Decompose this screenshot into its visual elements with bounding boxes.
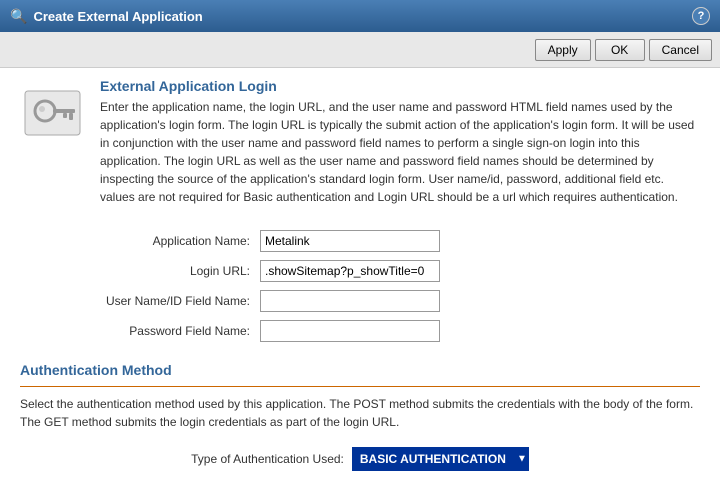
header-area: External Application Login Enter the app… [20,78,700,222]
label-username-field: User Name/ID Field Name: [100,294,260,308]
auth-type-label: Type of Authentication Used: [191,452,344,466]
external-login-desc: Enter the application name, the login UR… [100,98,700,206]
label-password-field: Password Field Name: [100,324,260,338]
label-app-name: Application Name: [100,234,260,248]
auth-select-wrapper: BASIC AUTHENTICATION POST GET ▼ [352,447,529,471]
auth-method-section: Authentication Method Select the authent… [20,362,700,471]
auth-type-row: Type of Authentication Used: BASIC AUTHE… [20,447,700,471]
toolbar: Apply OK Cancel [0,32,720,68]
input-app-name[interactable] [260,230,440,252]
auth-method-desc: Select the authentication method used by… [20,395,700,431]
login-form: Application Name: Login URL: User Name/I… [100,230,700,342]
key-icon [20,83,90,143]
help-button[interactable]: ? [692,7,710,25]
title-bar-icon: 🔍 [10,8,27,25]
form-row-app-name: Application Name: [100,230,700,252]
external-login-section: External Application Login Enter the app… [100,78,700,222]
label-login-url: Login URL: [100,264,260,278]
ok-button[interactable]: OK [595,39,645,61]
main-content: External Application Login Enter the app… [0,68,720,502]
section-divider [20,386,700,387]
input-login-url[interactable] [260,260,440,282]
external-login-title: External Application Login [100,78,700,94]
form-row-password-field: Password Field Name: [100,320,700,342]
input-password-field[interactable] [260,320,440,342]
form-row-login-url: Login URL: [100,260,700,282]
form-row-username-field: User Name/ID Field Name: [100,290,700,312]
auth-type-select[interactable]: BASIC AUTHENTICATION POST GET [352,447,529,471]
input-username-field[interactable] [260,290,440,312]
apply-button[interactable]: Apply [535,39,591,61]
title-bar: 🔍 Create External Application ? [0,0,720,32]
title-bar-left: 🔍 Create External Application [10,8,203,25]
title-bar-title: Create External Application [33,9,202,24]
auth-method-title: Authentication Method [20,362,700,378]
cancel-button[interactable]: Cancel [649,39,712,61]
